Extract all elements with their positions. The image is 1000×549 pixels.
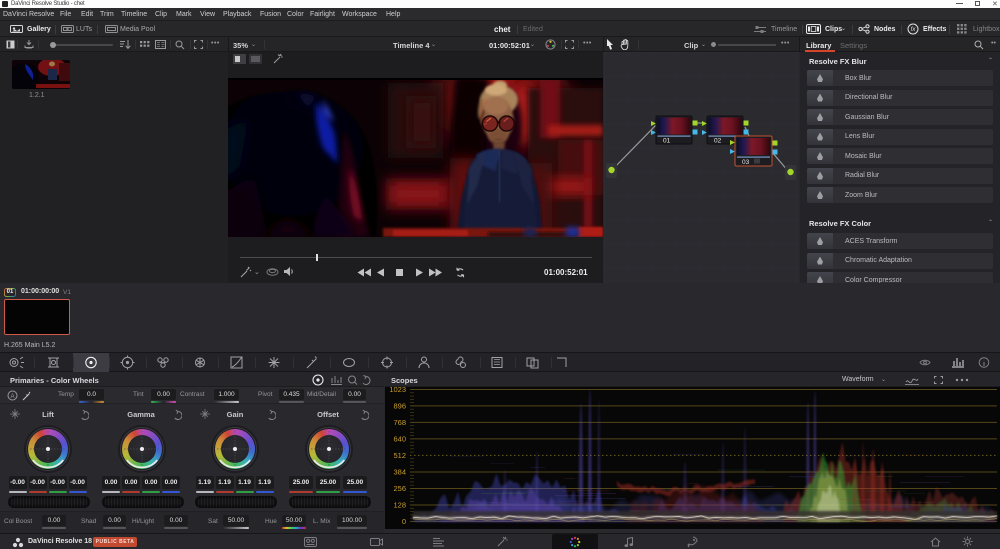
svg-text:384: 384 xyxy=(393,468,406,477)
svg-text:03: 03 xyxy=(742,159,750,166)
svg-text:256: 256 xyxy=(393,484,406,493)
svg-text:01: 01 xyxy=(663,138,671,145)
svg-text:fx: fx xyxy=(911,27,917,33)
svg-text:0: 0 xyxy=(402,517,406,526)
svg-text:768: 768 xyxy=(393,418,406,427)
svg-text:02: 02 xyxy=(714,138,722,145)
svg-text:896: 896 xyxy=(393,401,406,410)
svg-text:512: 512 xyxy=(393,451,406,460)
svg-text:128: 128 xyxy=(393,501,406,510)
svg-text:A: A xyxy=(10,394,14,400)
svg-text:640: 640 xyxy=(393,434,406,443)
svg-text:1023: 1023 xyxy=(389,387,406,394)
